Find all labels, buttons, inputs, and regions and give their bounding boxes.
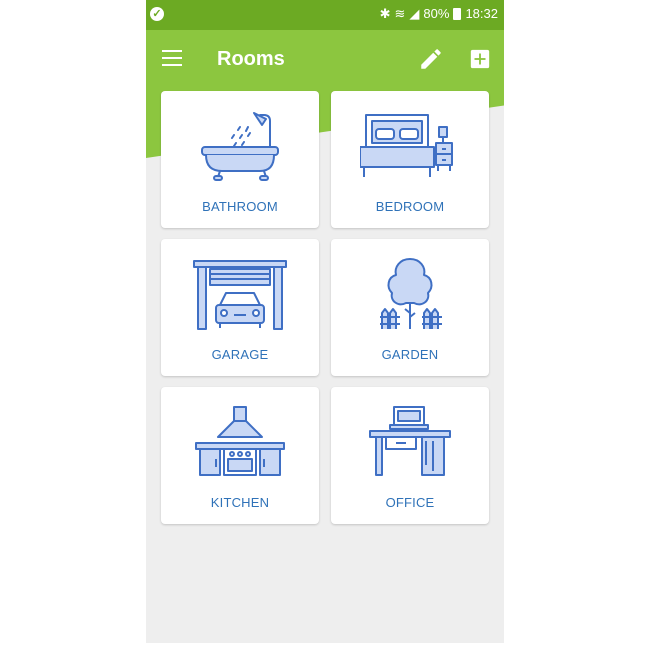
room-label: BEDROOM [375, 199, 445, 214]
app-bar: Rooms [146, 30, 504, 88]
phone-screen: ✓ ✱ ≋ ◢ 80% 18:32 Rooms BATHROOM BEDROOM… [146, 0, 504, 643]
add-box-icon[interactable] [469, 48, 491, 70]
room-card-garden[interactable]: GARDEN [331, 239, 489, 376]
room-label: BATHROOM [202, 199, 278, 214]
room-card-bathroom[interactable]: BATHROOM [161, 91, 319, 228]
battery-icon [453, 8, 462, 20]
garage-icon [193, 260, 287, 330]
room-card-office[interactable]: OFFICE [331, 387, 489, 524]
clock: 18:32 [465, 6, 498, 21]
bluetooth-icon: ✱ [379, 6, 391, 21]
status-bar: ✓ ✱ ≋ ◢ 80% 18:32 [146, 0, 504, 30]
hamburger-menu-icon[interactable] [162, 50, 182, 66]
desk-icon [369, 406, 451, 476]
room-card-kitchen[interactable]: KITCHEN [161, 387, 319, 524]
status-icons: ✱ ≋ ◢ 80% 18:32 [380, 6, 498, 22]
room-label: GARAGE [211, 347, 269, 362]
room-label: GARDEN [381, 347, 439, 362]
battery-percent: 80% [423, 6, 450, 21]
room-card-bedroom[interactable]: BEDROOM [331, 91, 489, 228]
page-title: Rooms [217, 48, 285, 70]
bathtub-icon [201, 112, 279, 181]
wifi-icon: ≋ [394, 6, 406, 21]
room-label: OFFICE [385, 495, 435, 510]
pencil-icon[interactable] [418, 46, 444, 72]
room-label: KITCHEN [210, 495, 270, 510]
room-card-garage[interactable]: GARAGE [161, 239, 319, 376]
bed-icon [360, 114, 453, 177]
tree-icon [380, 258, 442, 329]
signal-icon: ◢ [409, 6, 420, 21]
kitchen-icon [195, 406, 285, 476]
check-circle-icon: ✓ [150, 7, 164, 21]
